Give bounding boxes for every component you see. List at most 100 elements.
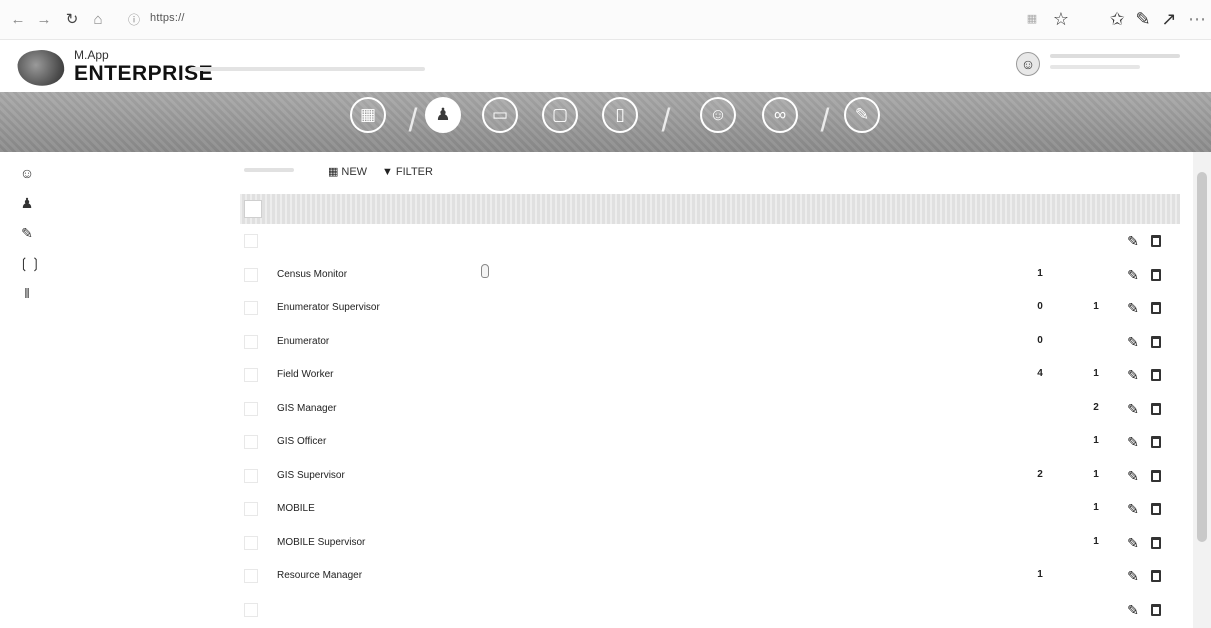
select-all-checkbox[interactable] (244, 200, 262, 218)
apps-count: 2 (1093, 401, 1099, 413)
apps-count: 1 (1093, 535, 1099, 547)
more-icon[interactable]: ⋯ (1186, 8, 1208, 30)
table-row[interactable]: Enumerator Supervisor 0 1 ✎ (240, 293, 1180, 323)
sidebar-item-other[interactable]: ‖ (18, 282, 198, 306)
edit-icon[interactable]: ✎ (1125, 266, 1141, 284)
pen-icon[interactable]: ✎ (1132, 8, 1154, 30)
table-row[interactable]: ✎ (240, 595, 1180, 625)
edit-icon[interactable]: ✎ (1125, 567, 1141, 585)
table-row[interactable]: Enumerator 0 ✎ (240, 327, 1180, 357)
edit-icon[interactable]: ✎ (1125, 433, 1141, 451)
delete-icon[interactable] (1149, 366, 1163, 384)
scrollbar[interactable] (1193, 152, 1211, 628)
table-row[interactable]: Resource Manager 1 ✎ (240, 561, 1180, 591)
delete-icon[interactable] (1149, 299, 1163, 317)
new-icon: ▦ (328, 166, 339, 178)
row-checkbox[interactable] (244, 435, 258, 449)
users-count: 0 (1037, 301, 1043, 312)
security-icon: ☺ (700, 97, 736, 133)
mobile-icon: ▯ (602, 97, 638, 133)
table-row[interactable]: Census Monitor 1 ✎ (240, 260, 1180, 290)
row-checkbox[interactable] (244, 267, 258, 282)
users-count: 0 (1037, 334, 1043, 346)
module-users[interactable]: ♟ (413, 97, 473, 146)
row-checkbox[interactable] (244, 234, 258, 248)
delete-icon[interactable] (1149, 433, 1163, 451)
edit-icon[interactable]: ✎ (1125, 333, 1141, 351)
table-row[interactable]: GIS Officer 1 ✎ (240, 427, 1180, 457)
row-checkbox[interactable] (244, 569, 258, 583)
role-name: MOBILE Supervisor (277, 536, 366, 548)
reload-icon[interactable]: ↻ (62, 10, 82, 30)
row-checkbox[interactable] (244, 368, 258, 382)
delete-icon[interactable] (1149, 232, 1163, 250)
info-icon: ‖ (24, 285, 30, 301)
edit-icon[interactable]: ✎ (1125, 400, 1141, 418)
row-checkbox[interactable] (244, 401, 258, 416)
delete-icon[interactable] (1149, 333, 1163, 351)
table-row[interactable]: Field Worker 4 1 ✎ (240, 360, 1180, 390)
edit-icon[interactable]: ✎ (1125, 366, 1141, 384)
table-row[interactable]: MOBILE Supervisor 1 ✎ (240, 528, 1180, 558)
edit-icon[interactable]: ✎ (1125, 534, 1141, 552)
module-security[interactable]: ☺ (688, 97, 748, 146)
bookmark-star-icon[interactable]: ☆ (1050, 8, 1072, 30)
module-tools[interactable]: ✎ (832, 97, 892, 146)
row-checkbox[interactable] (244, 468, 258, 483)
delete-icon[interactable] (1149, 500, 1163, 518)
favorites-icon[interactable]: ✩ (1106, 8, 1128, 30)
forward-icon[interactable]: → (34, 10, 54, 30)
sidebar-item-roles[interactable]: ♟ (18, 192, 198, 216)
table-row[interactable]: GIS Supervisor 2 1 ✎ (240, 461, 1180, 491)
roles-icon: ♟ (20, 195, 34, 211)
module-windows[interactable]: ▢ (530, 97, 590, 146)
logo-title[interactable]: ENTERPRISE (74, 62, 213, 86)
table-row[interactable]: ✎ (240, 226, 1180, 256)
home-icon[interactable]: ⌂ (88, 10, 108, 30)
edit-icon[interactable]: ✎ (1125, 299, 1141, 317)
address-bar[interactable]: https:// (150, 12, 185, 24)
new-button[interactable]: ▦ NEW (328, 163, 367, 181)
back-icon[interactable]: ← (8, 10, 28, 30)
sidebar-item-permissions[interactable]: ✎ (18, 222, 198, 246)
table-row[interactable]: MOBILE 1 ✎ (240, 494, 1180, 524)
table-row[interactable]: GIS Manager 2 ✎ (240, 394, 1180, 424)
edit-icon[interactable]: ✎ (1125, 232, 1141, 250)
module-label (688, 136, 748, 146)
edit-icon[interactable]: ✎ (1125, 467, 1141, 485)
module-data[interactable]: ∞ (750, 97, 810, 146)
module-mobile[interactable]: ▯ (590, 97, 650, 146)
scrollbar-thumb[interactable] (1197, 172, 1207, 542)
module-label (750, 136, 810, 146)
delete-icon[interactable] (1149, 266, 1163, 284)
edit-icon[interactable]: ✎ (1125, 601, 1141, 619)
row-checkbox[interactable] (244, 535, 258, 550)
row-checkbox[interactable] (244, 502, 258, 516)
filter-button[interactable]: ▼ FILTER (382, 163, 433, 181)
delete-icon[interactable] (1149, 601, 1163, 619)
variables-icon: ❲❳ (18, 255, 42, 271)
user-name[interactable] (1050, 54, 1180, 58)
row-checkbox[interactable] (244, 334, 258, 349)
module-label (530, 136, 590, 146)
delete-icon[interactable] (1149, 400, 1163, 418)
users-count: 2 (1037, 468, 1043, 480)
sidebar-item-users[interactable]: ☺ (18, 162, 198, 186)
delete-icon[interactable] (1149, 467, 1163, 485)
share-icon[interactable]: ↗ (1158, 8, 1180, 30)
module-dashboard[interactable]: ▦ (338, 97, 398, 146)
delete-icon[interactable] (1149, 567, 1163, 585)
apps-count: 1 (1093, 502, 1099, 513)
edit-icon[interactable]: ✎ (1125, 500, 1141, 518)
module-monitor[interactable]: ▭ (470, 97, 530, 146)
row-checkbox[interactable] (244, 301, 258, 315)
page-menu-icon[interactable]: ▦ (1021, 8, 1043, 30)
delete-icon[interactable] (1149, 534, 1163, 552)
row-checkbox[interactable] (244, 602, 258, 617)
site-info-icon[interactable]: ⓘ (124, 10, 144, 30)
separator: / (661, 102, 671, 138)
sidebar-item-variables[interactable]: ❲❳ (18, 252, 198, 276)
logo-mark-icon[interactable] (15, 46, 67, 90)
user-avatar-icon[interactable]: ☺ (1016, 52, 1040, 76)
monitor-icon: ▭ (482, 97, 518, 133)
